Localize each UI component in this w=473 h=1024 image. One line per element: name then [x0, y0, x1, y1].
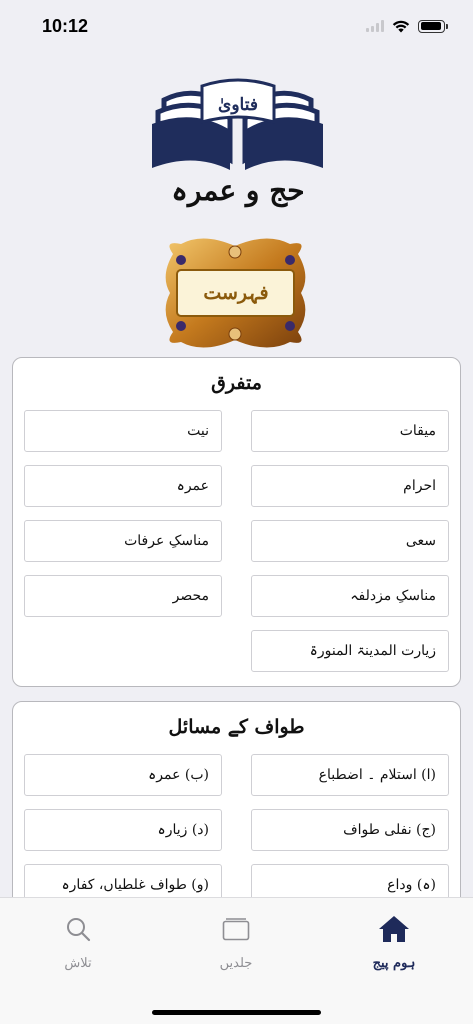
topic-button[interactable]: مناسکِ عرفات	[24, 520, 222, 562]
tab-label: تلاش	[64, 956, 92, 971]
book-icon	[222, 912, 250, 946]
tab-volumes[interactable]: جلدیں	[176, 898, 296, 988]
topic-button[interactable]: (ج) نفلی طواف	[251, 809, 449, 851]
battery-icon	[418, 19, 448, 33]
home-icon	[378, 912, 410, 946]
status-time: 10:12	[42, 15, 89, 36]
status-bar: 10:12	[0, 0, 473, 52]
content-scroll[interactable]: متفرق میقات نیت احرام عمرہ سعی مناسکِ عر…	[0, 355, 473, 897]
topic-button[interactable]: نیت	[24, 410, 222, 452]
tab-label: ہوم پیج	[372, 956, 416, 971]
topic-button[interactable]: (ب) عمرہ	[24, 754, 222, 796]
status-icons	[366, 19, 448, 33]
index-button[interactable]: فہرست	[178, 272, 294, 314]
topic-button[interactable]: (ہ) وداع	[251, 864, 449, 897]
topic-button[interactable]: میقات	[251, 410, 449, 452]
topic-button[interactable]: سعی	[251, 520, 449, 562]
tab-home[interactable]: ہوم پیج	[334, 898, 454, 988]
logo-top-text: فتاویٰ	[218, 95, 258, 115]
app-logo: فتاویٰ حج و عمرہ	[152, 78, 323, 208]
tab-bar: تلاش جلدیں ہوم پیج	[0, 897, 473, 1024]
section-title: طواف کے مسائل	[168, 716, 305, 738]
topic-button[interactable]: زیارت المدینۃ المنورۃ	[251, 630, 449, 672]
topic-button[interactable]: (د) زیارہ	[24, 809, 222, 851]
section-title: متفرق	[211, 372, 262, 394]
battery-level	[420, 22, 441, 30]
topic-button[interactable]: (ا) استلام ۔ اضطباع	[251, 754, 449, 796]
topic-button[interactable]: (و) طواف غلطیاں، کفارہ	[24, 864, 222, 897]
topic-button[interactable]: عمرہ	[24, 465, 222, 507]
topic-button[interactable]: مناسکِ مزدلفہ	[251, 575, 449, 617]
topic-button[interactable]: احرام	[251, 465, 449, 507]
tab-search[interactable]: تلاش	[18, 898, 138, 988]
topic-button[interactable]: محصر	[24, 575, 222, 617]
cellular-signal-icon	[366, 20, 384, 32]
section-card-misc: متفرق میقات نیت احرام عمرہ سعی مناسکِ عر…	[12, 357, 461, 687]
home-indicator	[152, 1010, 321, 1015]
search-icon	[65, 912, 91, 946]
tab-label: جلدیں	[219, 956, 253, 971]
wifi-icon	[392, 20, 410, 32]
section-card-tawaf: طواف کے مسائل (ا) استلام ۔ اضطباع (ب) عم…	[12, 701, 461, 897]
logo-bottom-text: حج و عمرہ	[171, 174, 304, 208]
